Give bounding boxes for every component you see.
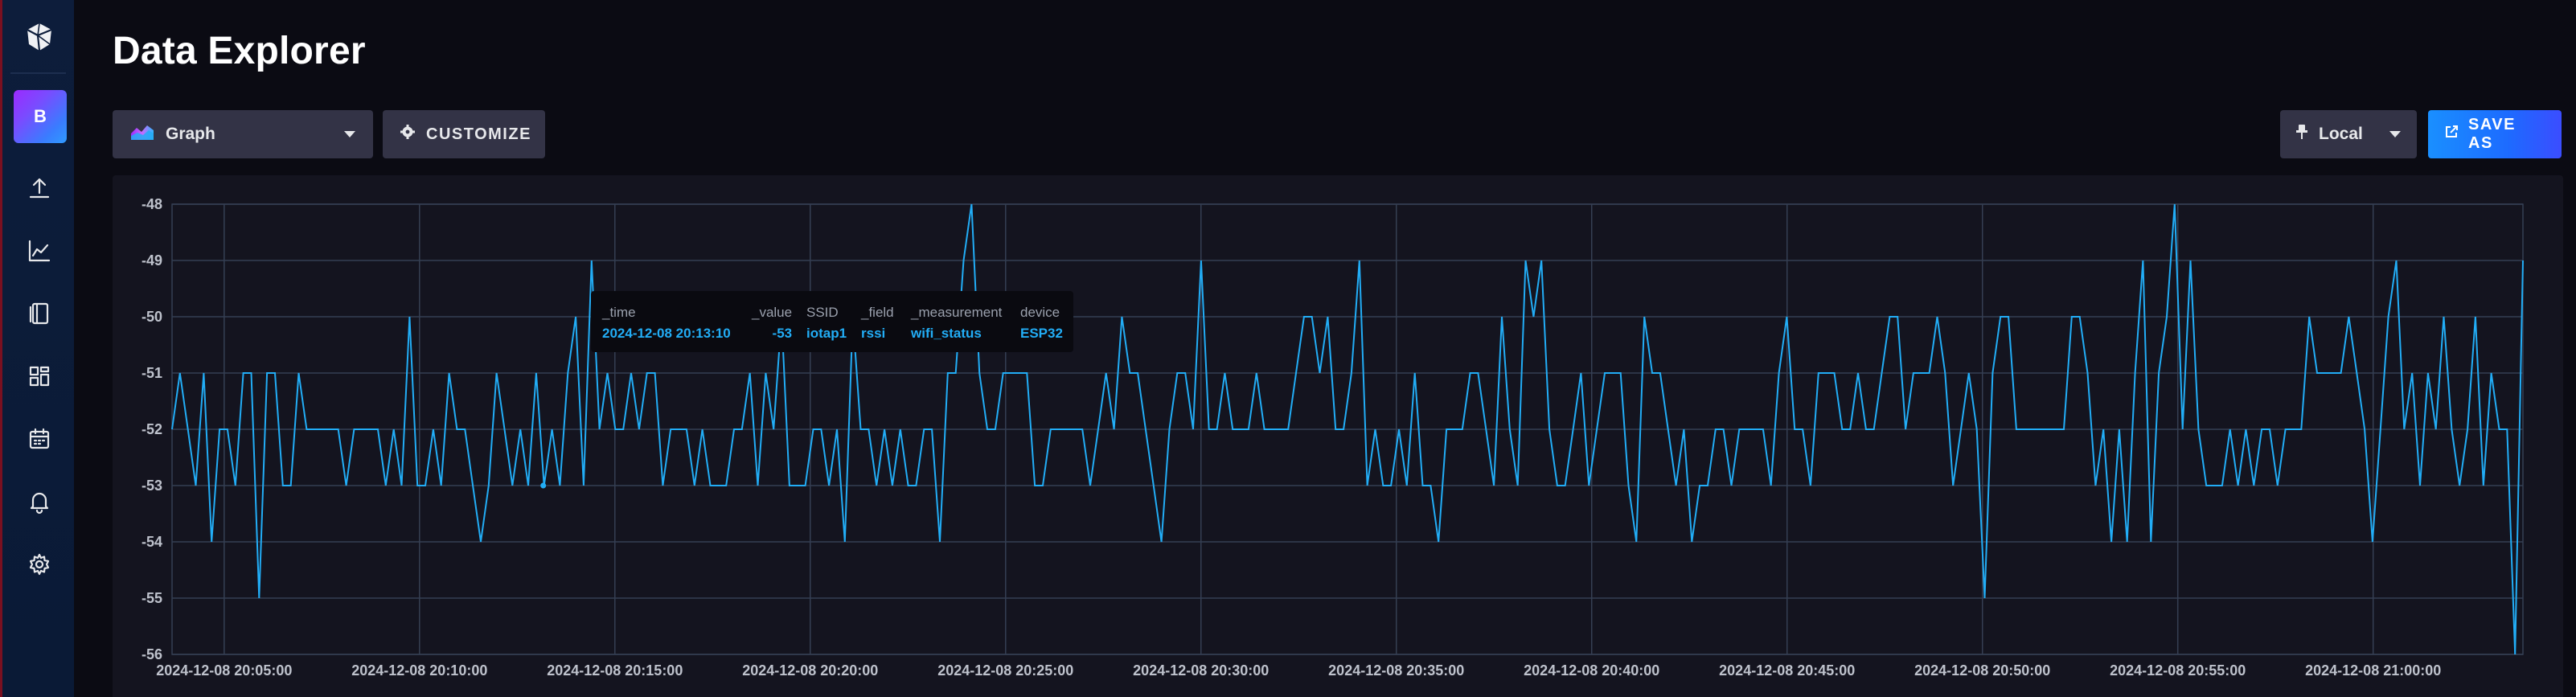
data-explorer-graph-icon[interactable]	[22, 233, 57, 269]
hover-tooltip: _time 2024-12-08 20:13:10 _value -53 SSI…	[591, 291, 1073, 352]
y-tick-label: -48	[142, 196, 162, 212]
tooltip-value: 2024-12-08 20:13:10	[602, 326, 731, 341]
timezone-dropdown[interactable]: Local	[2280, 110, 2417, 158]
save-as-label: SAVE AS	[2468, 116, 2516, 152]
graph-type-icon	[130, 123, 154, 146]
chevron-down-icon	[344, 131, 355, 137]
tooltip-value: wifi_status	[911, 326, 982, 341]
gear-icon	[400, 125, 415, 144]
x-tick-label: 2024-12-08 20:25:00	[937, 662, 1073, 679]
alerts-bell-icon[interactable]	[22, 484, 57, 519]
tooltip-column: _measurement wifi_status	[911, 302, 1002, 344]
tooltip-column: _value -53	[752, 302, 792, 344]
x-tick-label: 2024-12-08 20:10:00	[351, 662, 487, 679]
tooltip-value: iotap1	[806, 326, 847, 341]
y-tick-label: -55	[142, 590, 162, 606]
tooltip-header: _measurement	[911, 305, 1003, 320]
tooltip-column: _time 2024-12-08 20:13:10	[602, 302, 731, 344]
graph-panel[interactable]: -48 -49 -50 -51 -52 -53 -54 -55 -56 2024-12-08 20…	[113, 175, 2563, 697]
tooltip-value: rssi	[861, 326, 886, 341]
org-initial: B	[34, 106, 47, 126]
external-link-icon	[2444, 125, 2459, 144]
hover-point-marker	[540, 482, 547, 489]
tooltip-column: SSID iotap1	[806, 302, 847, 344]
dashboards-icon[interactable]	[22, 359, 57, 394]
page-title: Data Explorer	[113, 30, 366, 72]
y-tick-label: -50	[142, 309, 162, 325]
tooltip-header: device	[1020, 305, 1060, 320]
tooltip-header: SSID	[806, 305, 839, 320]
x-tick-label: 2024-12-08 21:00:00	[2305, 662, 2441, 679]
y-tick-label: -52	[142, 421, 162, 437]
x-tick-label: 2024-12-08 20:35:00	[1328, 662, 1464, 679]
tooltip-value: -53	[772, 326, 793, 341]
tooltip-header: _value	[752, 305, 793, 320]
upload-icon[interactable]	[22, 170, 57, 206]
tasks-calendar-icon[interactable]	[22, 421, 57, 457]
tooltip-column: device ESP32	[1020, 302, 1063, 344]
tooltip-header: _field	[861, 305, 894, 320]
left-nav: B	[0, 0, 74, 697]
rssi-line-chart[interactable]: -48-49-50-51-52-53-54-55-562024-12-08 20…	[113, 175, 2563, 697]
customize-button[interactable]: CUSTOMIZE	[383, 110, 545, 158]
y-tick-label: -53	[142, 478, 162, 494]
y-tick-label: -51	[142, 365, 162, 381]
customize-label: CUSTOMIZE	[426, 125, 531, 143]
notebooks-icon[interactable]	[22, 296, 57, 331]
nav-divider	[10, 72, 66, 74]
x-tick-label: 2024-12-08 20:30:00	[1133, 662, 1269, 679]
tooltip-header: _time	[602, 305, 636, 320]
pin-icon	[2296, 124, 2307, 145]
org-avatar-button[interactable]: B	[14, 90, 67, 143]
x-tick-label: 2024-12-08 20:05:00	[156, 662, 292, 679]
y-tick-label: -49	[142, 252, 162, 269]
tooltip-column: _field rssi	[861, 302, 894, 344]
settings-gear-icon[interactable]	[22, 547, 57, 582]
x-tick-label: 2024-12-08 20:55:00	[2110, 662, 2246, 679]
y-tick-label: -54	[142, 534, 162, 550]
x-tick-label: 2024-12-08 20:20:00	[742, 662, 878, 679]
chevron-down-icon	[2389, 131, 2401, 137]
x-tick-label: 2024-12-08 20:40:00	[1524, 662, 1659, 679]
visualization-type-dropdown[interactable]: Graph	[113, 110, 373, 158]
influxdb-cube-icon[interactable]	[22, 19, 57, 55]
y-tick-label: -56	[142, 646, 162, 662]
x-tick-label: 2024-12-08 20:45:00	[1719, 662, 1855, 679]
timezone-label: Local	[2319, 125, 2363, 143]
save-as-button[interactable]: SAVE AS	[2428, 110, 2562, 158]
visualization-type-label: Graph	[166, 125, 215, 143]
x-tick-label: 2024-12-08 20:50:00	[1914, 662, 2050, 679]
tooltip-value: ESP32	[1020, 326, 1063, 341]
x-tick-label: 2024-12-08 20:15:00	[547, 662, 683, 679]
